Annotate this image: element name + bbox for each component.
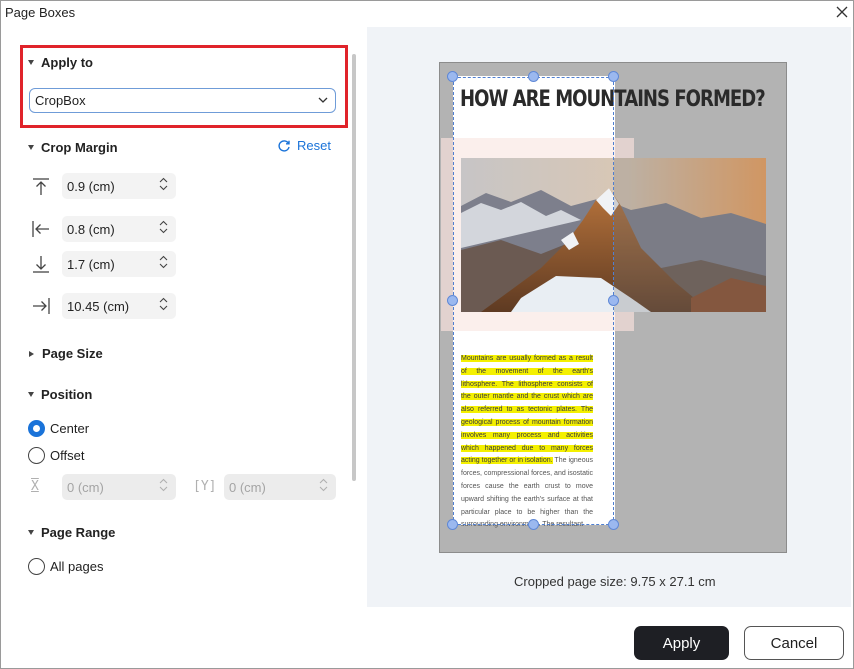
page-range-heading: Page Range [41,525,116,540]
margin-left-icon [32,221,49,237]
chevron-up-icon[interactable] [159,177,168,183]
y-offset-icon-letter: Y [200,479,209,494]
chevron-down-icon [159,486,168,492]
margin-right-icon [33,298,50,314]
chevron-down-icon[interactable] [159,305,168,311]
crop-handle-right[interactable] [608,295,619,306]
collapse-icon [28,60,34,65]
x-offset-stepper: 0 (cm) [62,474,176,500]
chevron-down-icon[interactable] [159,185,168,191]
page-boxes-dialog: Page Boxes Apply to CropBox Crop Margin [0,0,854,669]
margin-bottom-icon [33,256,49,273]
chevron-down-icon[interactable] [159,263,168,269]
all-pages-radio[interactable]: All pages [28,558,103,575]
margin-right-stepper[interactable]: 10.45 (cm) [62,293,176,319]
reset-label: Reset [297,138,331,153]
collapse-icon [28,145,34,150]
y-offset-stepper: 0 (cm) [224,474,336,500]
crop-margin-section[interactable]: Crop Margin [28,140,118,155]
radio-selected-icon[interactable] [28,420,45,437]
crop-handle-top[interactable] [528,71,539,82]
close-button[interactable] [833,3,851,21]
chevron-up-icon[interactable] [159,220,168,226]
all-pages-label: All pages [50,559,104,574]
settings-scrollbar[interactable] [352,54,356,481]
stepper-arrows [319,478,328,492]
y-offset-value: 0 (cm) [229,479,266,495]
margin-bottom-stepper[interactable]: 1.7 (cm) [62,251,176,277]
close-icon [836,6,848,18]
stepper-arrows [159,478,168,492]
position-center-radio[interactable]: Center [28,420,89,437]
page-size-section[interactable]: Page Size [28,346,103,361]
chevron-up-icon[interactable] [159,255,168,261]
dialog-title: Page Boxes [5,5,76,20]
margin-left-value: 0.8 (cm) [67,221,115,237]
stepper-arrows[interactable] [159,220,168,234]
crop-handle-bottom-left[interactable] [447,519,458,530]
refresh-icon [278,139,290,152]
crop-box-outline[interactable] [453,77,614,525]
apply-button[interactable]: Apply [634,626,729,660]
stepper-arrows[interactable] [159,177,168,191]
y-offset-icon: [Y] [193,479,217,494]
position-offset-radio[interactable]: Offset [28,447,84,464]
position-section[interactable]: Position [28,387,92,402]
margin-top-value: 0.9 (cm) [67,178,115,194]
center-label: Center [50,421,90,436]
margin-left-stepper[interactable]: 0.8 (cm) [62,216,176,242]
chevron-down-icon [319,486,328,492]
chevron-up-icon[interactable] [159,297,168,303]
chevron-up-icon [159,478,168,484]
chevron-up-icon [319,478,328,484]
cropped-page-size-label: Cropped page size: 9.75 x 27.1 cm [514,574,716,589]
x-offset-value: 0 (cm) [67,479,104,495]
cancel-button[interactable]: Cancel [744,626,844,660]
page-range-section[interactable]: Page Range [28,525,115,540]
reset-button[interactable]: Reset [277,138,331,153]
stepper-arrows[interactable] [159,297,168,311]
radio-unselected-icon[interactable] [28,447,45,464]
stepper-arrows[interactable] [159,255,168,269]
offset-label: Offset [50,448,85,463]
apply-to-section[interactable]: Apply to [28,55,93,70]
chevron-down-icon[interactable] [159,228,168,234]
apply-to-selected-value: CropBox [35,93,86,108]
margin-right-value: 10.45 (cm) [67,298,130,314]
crop-margin-heading: Crop Margin [41,140,118,155]
crop-handle-bottom-right[interactable] [608,519,619,530]
page-size-heading: Page Size [42,346,103,361]
crop-handle-left[interactable] [447,295,458,306]
margin-top-stepper[interactable]: 0.9 (cm) [62,173,176,199]
chevron-down-icon [318,97,328,103]
crop-handle-top-right[interactable] [608,71,619,82]
radio-unselected-icon[interactable] [28,558,45,575]
x-offset-icon: X [31,479,39,494]
margin-top-icon [33,178,49,195]
crop-handle-bottom[interactable] [528,519,539,530]
outside-crop-overlay [614,158,766,312]
apply-to-select[interactable]: CropBox [29,88,336,113]
collapse-icon [28,392,34,397]
margin-bottom-value: 1.7 (cm) [67,256,115,272]
collapse-icon [28,530,34,535]
apply-to-heading: Apply to [41,55,93,70]
crop-handle-top-left[interactable] [447,71,458,82]
expand-icon [29,350,34,357]
position-heading: Position [41,387,93,402]
